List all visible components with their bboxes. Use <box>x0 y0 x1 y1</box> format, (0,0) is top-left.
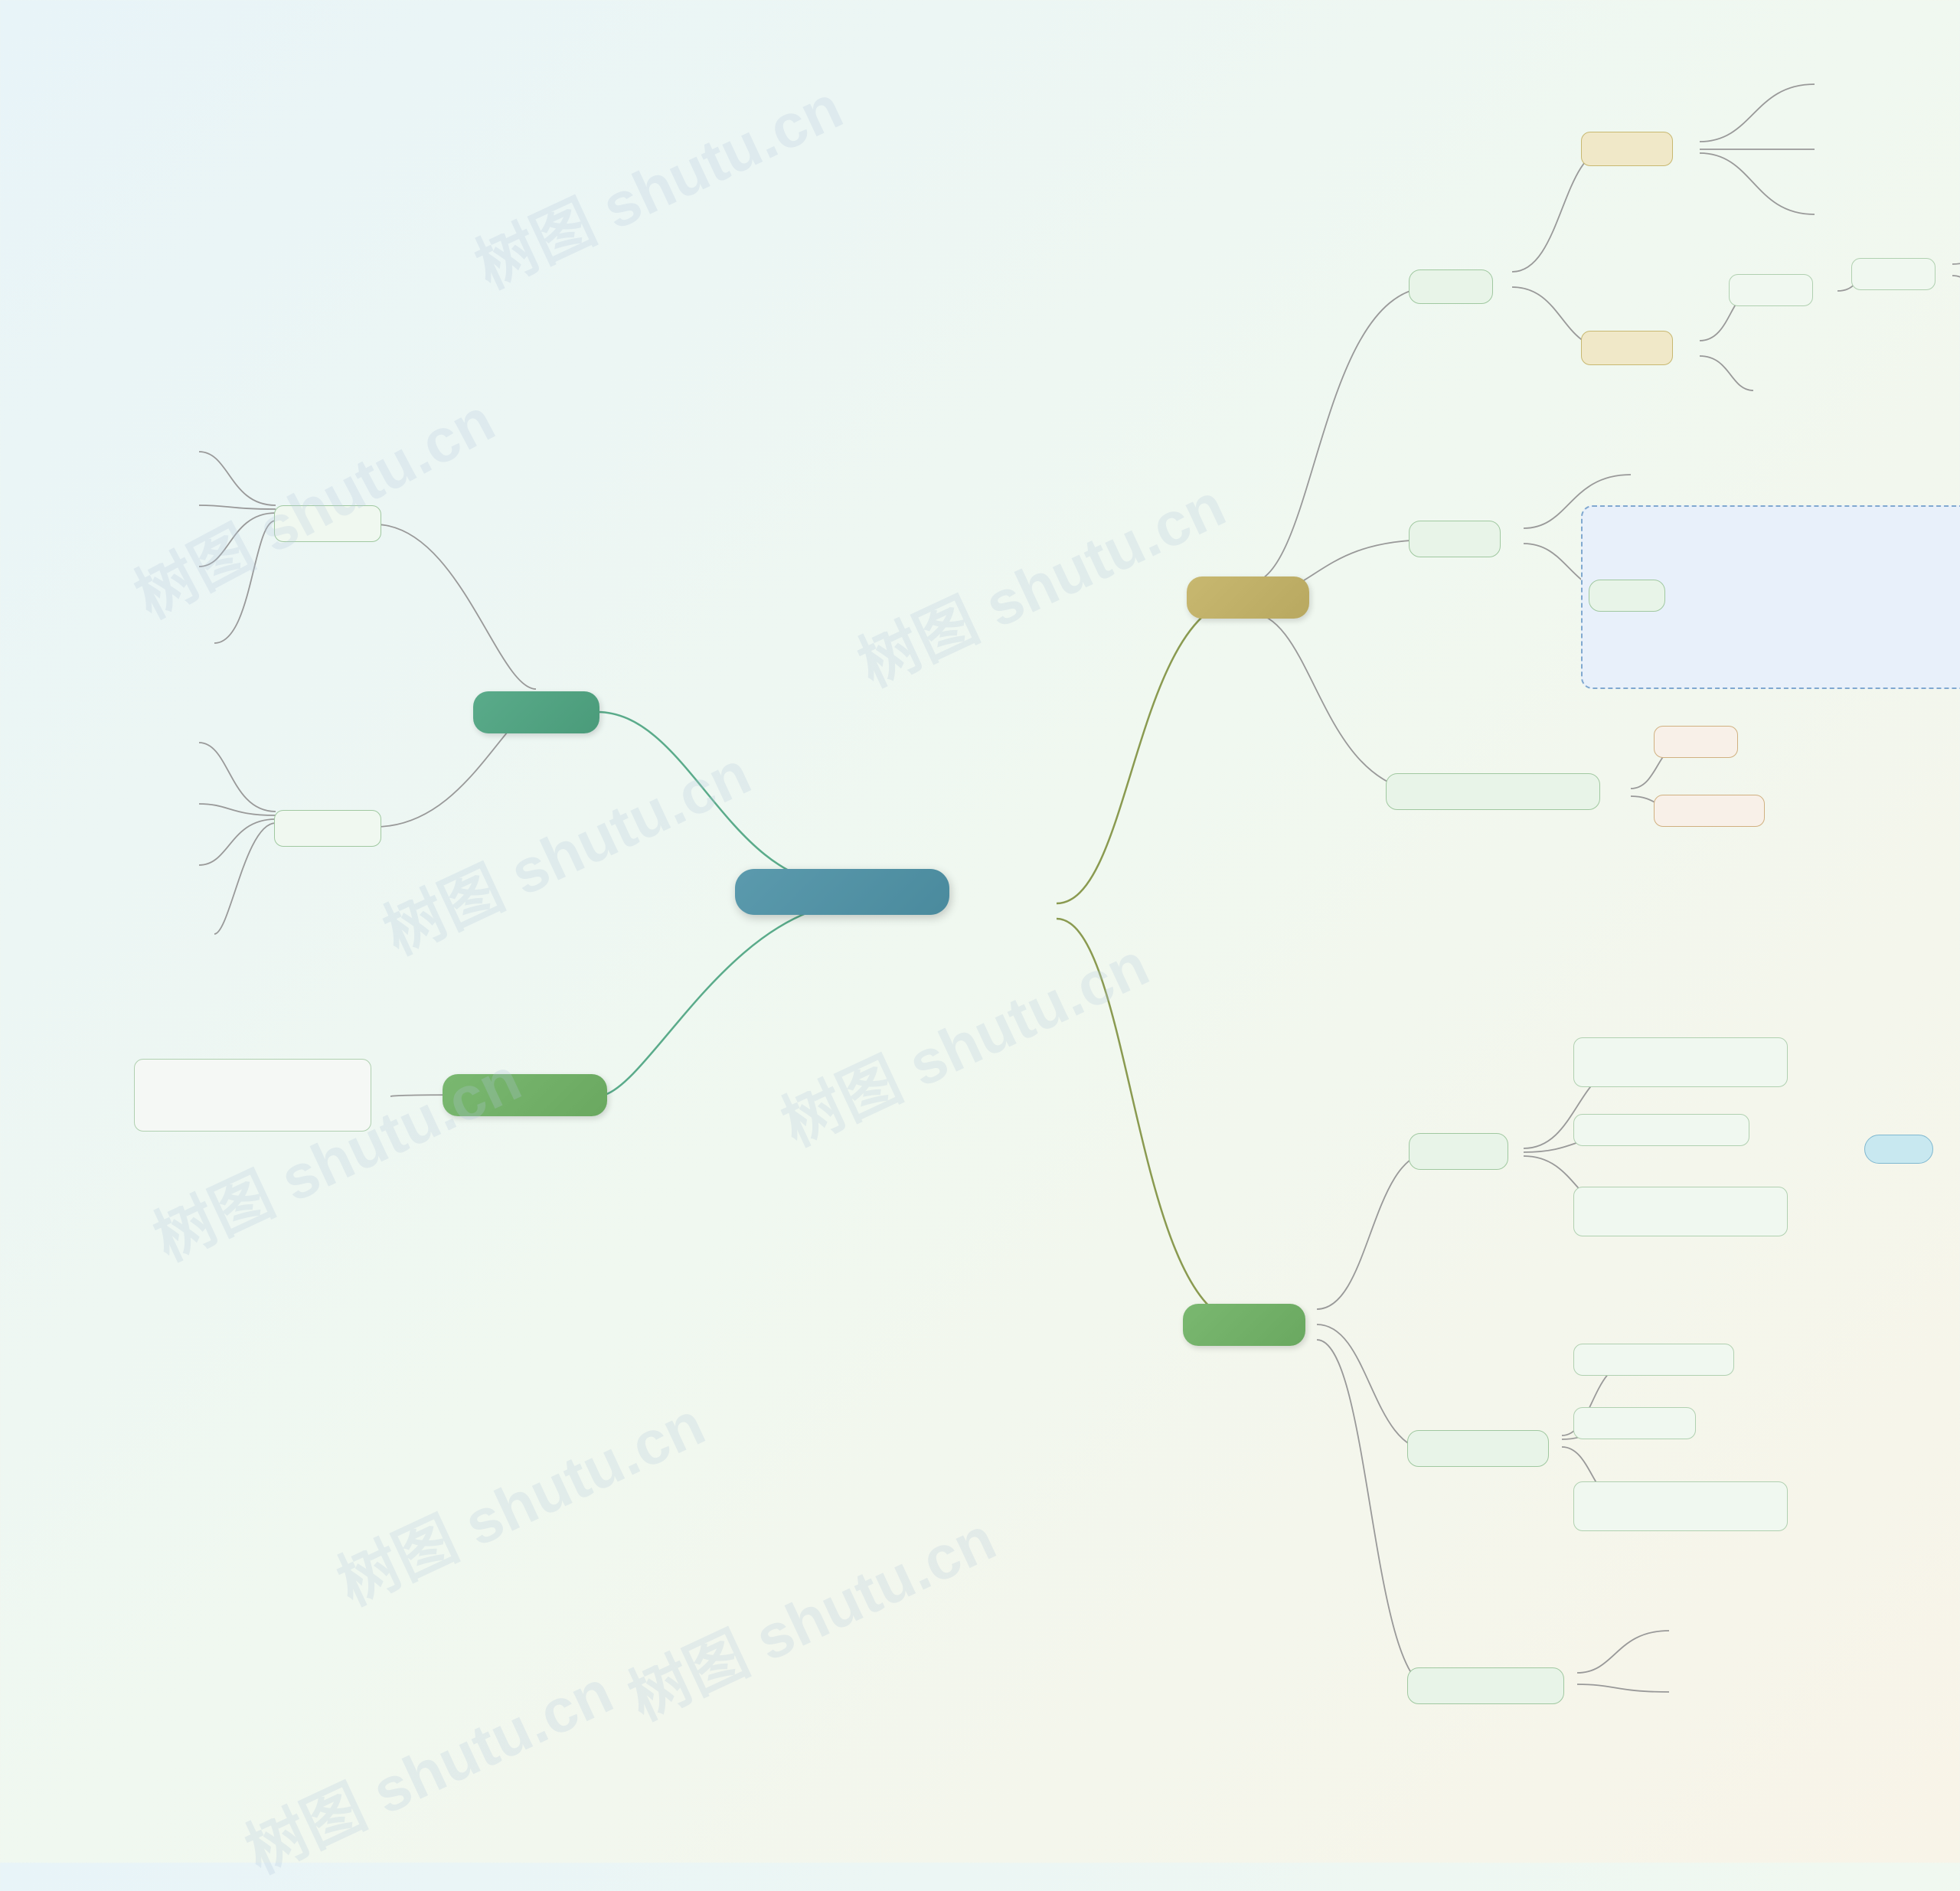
leaf-duiyingw0 <box>23 785 245 817</box>
leaf-youy1d <box>1573 1481 1788 1531</box>
leaf-fushu-wuxiand <box>1615 1612 1868 1644</box>
l2-fanhuizhi0 <box>274 810 381 847</box>
l2-cunchufangshi <box>1409 521 1501 557</box>
leaf-suoyokj0 <box>1573 1114 1749 1146</box>
leaf-chun2jzc <box>1723 517 1876 549</box>
leaf-ling-fwfei <box>122 625 276 658</box>
l1-jichuzhishi <box>1187 576 1309 619</box>
l2-fanhuizhi1 <box>274 505 381 542</box>
leaf-jibutosy <box>23 541 260 591</box>
leaf-duiyingw1 <box>23 434 260 466</box>
l1-luojiweyunsuan <box>473 691 599 733</box>
l5-di32wei <box>1851 258 1936 290</box>
l3-zhengsh <box>1589 580 1665 612</box>
leaf-shuzfanwekeyijiad <box>1792 195 1956 227</box>
leaf-zuoy1d <box>1573 1187 1788 1236</box>
l2-dangzuoling <box>1386 773 1600 810</box>
leaf-infinity <box>1654 795 1765 827</box>
leaf-di32weibiaoshine <box>1792 132 1945 164</box>
leaf-fushu-bucm <box>1577 458 1799 490</box>
leaf-duiyingw0h1 <box>23 846 272 878</box>
l1-weiyicaozuo <box>1183 1304 1305 1346</box>
l2-wufuhaoyouyi <box>1407 1667 1564 1704</box>
badge-gailan <box>1864 1135 1933 1164</box>
leaf-shuzwei <box>1723 374 1891 406</box>
l2-youfuhaoyouyi <box>1407 1430 1549 1467</box>
leaf-zhiyshizhengsh <box>1792 69 1929 101</box>
l3-youfuhao <box>1581 331 1673 365</box>
center-node <box>735 869 949 915</box>
leaf-zhengsh-youzf <box>1615 1671 1883 1703</box>
leaf-weicaozuo-desc <box>134 1059 371 1132</box>
leaf-renyiw1 <box>23 488 260 520</box>
l3-wufuhao <box>1581 132 1673 166</box>
leaf-baoliu <box>1573 1407 1696 1439</box>
leaf-31wm2d <box>1723 578 1937 610</box>
l4-fuhaowei <box>1729 274 1813 306</box>
leaf-yicde <box>1573 1344 1734 1376</box>
leaf-nan <box>1654 726 1738 758</box>
leaf-yong0bc <box>1723 643 1883 675</box>
l1-hefucaozuo <box>443 1074 607 1116</box>
leaf-yi-fwfei <box>122 916 276 949</box>
leaf-renyiw0 <box>23 726 260 758</box>
connector-lines: .line-teal { stroke: #5aab8a; stroke-wid… <box>0 0 1960 1863</box>
l2-zuoyi <box>1409 1133 1508 1170</box>
l2-leixing <box>1409 269 1493 304</box>
leaf-jiangshuzhide <box>1573 1037 1788 1087</box>
